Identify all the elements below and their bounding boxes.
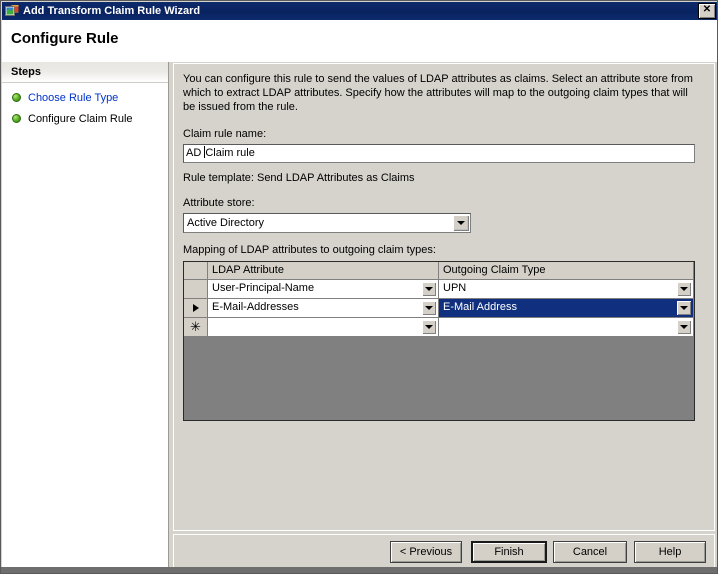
cancel-button[interactable]: Cancel (553, 541, 627, 563)
attribute-store-value: Active Directory (187, 217, 265, 229)
help-button[interactable]: Help (634, 541, 706, 563)
previous-button[interactable]: < Previous (390, 541, 462, 563)
cell-ldap-attribute[interactable]: E-Mail-Addresses (208, 299, 439, 318)
finish-button[interactable]: Finish (471, 541, 547, 563)
table-row[interactable]: User-Principal-Name UPN (184, 280, 694, 299)
chevron-down-icon[interactable] (453, 215, 469, 231)
cell-value: E-Mail-Addresses (212, 301, 299, 313)
wizard-icon (5, 4, 19, 18)
claim-rule-name-label: Claim rule name: (183, 128, 267, 140)
sidebar-item-configure-claim-rule[interactable]: Configure Claim Rule (2, 108, 168, 129)
footer-bar: < Previous Finish Cancel Help (173, 534, 715, 568)
steps-header-label: Steps (11, 66, 41, 78)
steps-header: Steps (2, 62, 168, 83)
sidebar-item-choose-rule-type[interactable]: Choose Rule Type (2, 87, 168, 108)
chevron-down-icon[interactable] (677, 320, 691, 334)
row-marker-new[interactable]: ✳ (184, 318, 208, 337)
row-marker-current[interactable] (184, 299, 208, 318)
cell-ldap-attribute[interactable]: User-Principal-Name (208, 280, 439, 299)
column-header-outgoing-claim-type[interactable]: Outgoing Claim Type (439, 262, 694, 280)
steps-sidebar: Steps Choose Rule Type Configure Claim R… (2, 62, 169, 568)
cell-outgoing-claim-type[interactable] (439, 318, 694, 337)
column-header-ldap-attribute[interactable]: LDAP Attribute (208, 262, 439, 280)
step-bullet-icon (12, 114, 21, 123)
row-marker[interactable] (184, 280, 208, 299)
intro-text: You can configure this rule to send the … (183, 73, 693, 113)
close-icon[interactable]: ✕ (698, 3, 716, 19)
grid-caption: Mapping of LDAP attributes to outgoing c… (183, 244, 436, 256)
grid-header-row: LDAP Attribute Outgoing Claim Type (184, 262, 694, 280)
window-bottom-edge (1, 567, 717, 573)
page-header: Configure Rule (2, 20, 717, 62)
step-bullet-icon (12, 93, 21, 102)
title-bar: Add Transform Claim Rule Wizard ✕ (2, 2, 717, 20)
sidebar-item-label[interactable]: Choose Rule Type (28, 92, 118, 104)
grid-gutter-header (184, 262, 208, 280)
attribute-store-label: Attribute store: (183, 197, 255, 209)
sidebar-item-label: Configure Claim Rule (28, 112, 133, 125)
cell-outgoing-claim-type[interactable]: UPN (439, 280, 694, 299)
chevron-down-icon[interactable] (677, 282, 691, 296)
chevron-down-icon[interactable] (677, 301, 691, 315)
chevron-down-icon[interactable] (422, 301, 436, 315)
cell-value: E-Mail Address (443, 301, 517, 313)
content-panel: You can configure this rule to send the … (173, 63, 715, 531)
page-title: Configure Rule (11, 30, 119, 47)
rule-template-text: Rule template: Send LDAP Attributes as C… (183, 172, 415, 184)
table-row-new[interactable]: ✳ (184, 318, 694, 337)
window-title: Add Transform Claim Rule Wizard (23, 5, 201, 17)
table-row[interactable]: E-Mail-Addresses E-Mail Address (184, 299, 694, 318)
new-row-asterisk-icon: ✳ (190, 319, 201, 334)
claim-rule-name-value-tail: Claim rule (205, 147, 255, 159)
steps-list: Choose Rule Type Configure Claim Rule (2, 83, 168, 129)
chevron-down-icon[interactable] (422, 320, 436, 334)
chevron-down-icon[interactable] (422, 282, 436, 296)
cell-ldap-attribute[interactable] (208, 318, 439, 337)
wizard-window: Add Transform Claim Rule Wizard ✕ Config… (0, 0, 718, 574)
attribute-store-select[interactable]: Active Directory (183, 213, 471, 233)
claim-rule-name-input[interactable]: AD Claim rule (183, 144, 695, 163)
claim-rule-name-value-head: AD (186, 147, 205, 159)
claim-mapping-grid[interactable]: LDAP Attribute Outgoing Claim Type User-… (183, 261, 695, 421)
cell-value: UPN (443, 282, 467, 294)
cell-value: User-Principal-Name (212, 282, 315, 294)
cell-outgoing-claim-type[interactable]: E-Mail Address (439, 299, 694, 318)
current-row-arrow-icon (193, 304, 199, 312)
